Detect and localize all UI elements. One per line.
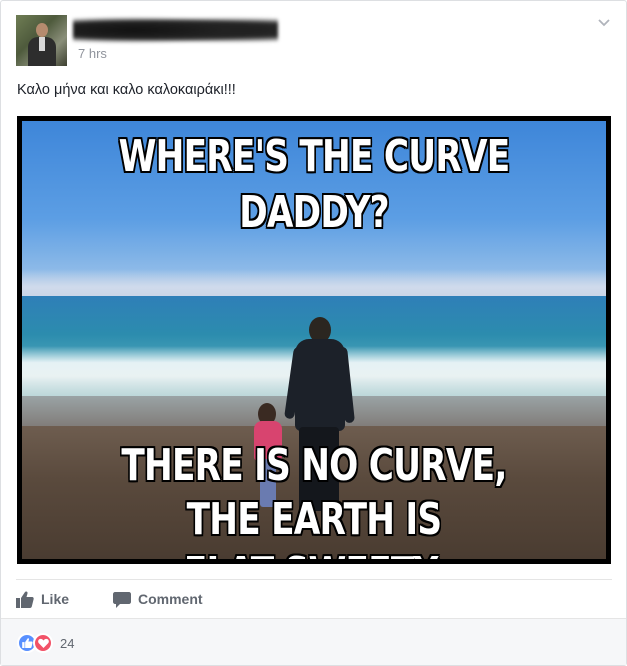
avatar-shirt	[39, 37, 45, 51]
actions-divider	[16, 579, 612, 580]
reactions-bar: 24	[1, 618, 626, 665]
author-name-redacted[interactable]	[73, 17, 278, 43]
post-photo[interactable]: WHERE'S THE CURVE DADDY? THERE IS NO CUR…	[17, 116, 611, 564]
like-label: Like	[41, 591, 70, 607]
comment-label: Comment	[138, 591, 203, 607]
comment-bubble-icon	[113, 591, 131, 608]
avatar-head	[36, 23, 48, 37]
horizon-haze	[22, 269, 606, 299]
post-timestamp[interactable]: 7 hrs	[78, 46, 107, 61]
love-reaction-icon	[33, 633, 53, 653]
meme-top-caption: WHERE'S THE CURVE DADDY?	[118, 131, 511, 238]
meme-bottom-caption: THERE IS NO CURVE, THE EARTH IS FLAT SWE…	[86, 439, 542, 559]
reaction-summary[interactable]: 24	[17, 633, 74, 653]
meme-bottom-line-1: THERE IS NO CURVE, THE EARTH IS	[121, 440, 507, 545]
meme-image: WHERE'S THE CURVE DADDY? THERE IS NO CUR…	[22, 121, 606, 559]
reaction-count[interactable]: 24	[60, 636, 74, 651]
post-text: Καλο μήνα και καλο καλοκαιράκι!!!	[17, 82, 236, 98]
meme-bottom-line-2: FLAT SWEETY.	[86, 547, 542, 559]
comment-button[interactable]: Comment	[113, 589, 203, 609]
like-button[interactable]: Like	[16, 589, 69, 609]
avatar[interactable]	[16, 15, 67, 66]
post-card: 7 hrs Καλο μήνα και καλο καλοκαιράκι!!!	[0, 0, 627, 666]
post-options-chevron-icon[interactable]	[597, 16, 611, 30]
thumbs-up-icon	[16, 591, 34, 608]
